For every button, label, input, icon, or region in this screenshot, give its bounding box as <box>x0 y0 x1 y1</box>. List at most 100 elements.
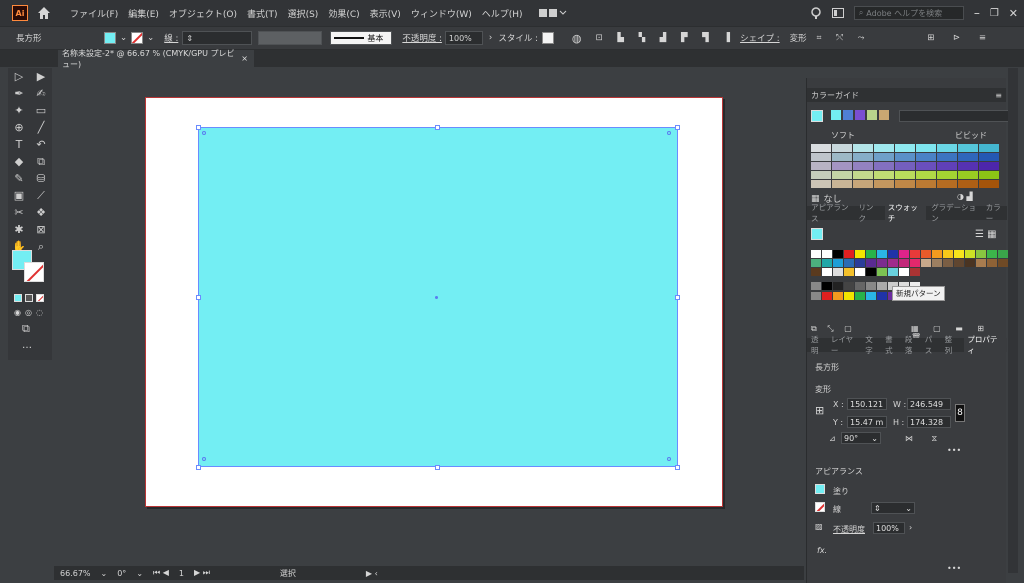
y-input[interactable]: 15.47 m <box>847 416 887 428</box>
selected-rectangle[interactable] <box>198 127 678 467</box>
rotate-tool-icon[interactable]: ↶ <box>34 138 48 152</box>
harmony-swatch[interactable] <box>855 110 865 120</box>
stroke-weight-field[interactable]: ⇕ ⌄ <box>871 502 915 514</box>
color-guide-header[interactable]: カラーガイド ≡ <box>807 88 1006 102</box>
w-input[interactable]: 246.549 <box>907 398 951 410</box>
more-tools-icon[interactable]: … <box>22 340 32 351</box>
shape-builder-icon[interactable]: ⊕ <box>12 121 26 135</box>
tab-paragraph[interactable]: 段落 <box>905 334 920 356</box>
harmony-swatch[interactable] <box>879 110 889 120</box>
fill-swatch[interactable] <box>104 32 116 44</box>
rectangle-tool-icon[interactable]: ▭ <box>34 104 48 118</box>
eraser-tool-icon[interactable]: ◆ <box>12 155 26 169</box>
panel-menu-icon[interactable]: ≡ <box>995 91 1002 100</box>
handle-bottom-right[interactable] <box>675 465 680 470</box>
handle-bottom-left[interactable] <box>196 465 201 470</box>
harmony-swatch[interactable] <box>843 110 853 120</box>
handle-mid-left[interactable] <box>196 295 201 300</box>
status-arrow-icon[interactable]: ▶ ‹ <box>366 569 378 578</box>
fx-icon[interactable]: fx. <box>817 546 827 555</box>
blend-tool-icon[interactable]: ✂ <box>12 206 26 220</box>
draw-mode-icons[interactable]: ◉◎◌ <box>14 308 47 317</box>
menu-window[interactable]: ウィンドウ(W) <box>411 7 472 20</box>
chevron-right-icon[interactable]: › <box>489 33 492 43</box>
scale-tool-icon[interactable]: ⧉ <box>34 155 48 169</box>
selection-tool-icon[interactable]: ▷ <box>12 70 26 84</box>
minimize-icon[interactable]: – <box>974 6 980 20</box>
zoom-level[interactable]: 66.67% <box>60 569 91 578</box>
flip-icons[interactable]: ⋈ ⧖ <box>905 434 945 444</box>
menu-select[interactable]: 選択(S) <box>288 7 319 20</box>
chevron-down-icon[interactable]: ⌄ <box>147 33 154 43</box>
corner-widget[interactable] <box>667 131 671 135</box>
chevron-down-icon[interactable]: ⌄ <box>101 569 108 578</box>
close-window-icon[interactable]: ✕ <box>1009 7 1018 20</box>
isolate-icons[interactable]: ⌗ ⤲ ⤳ <box>817 33 871 43</box>
rotation-value[interactable]: 0° <box>117 569 126 578</box>
tab-properties[interactable]: プロパティ <box>964 335 1008 355</box>
artboard-number[interactable]: 1 <box>179 569 184 578</box>
menu-file[interactable]: ファイル(F) <box>70 7 118 20</box>
tab-appearance[interactable]: アピアランス <box>811 202 853 224</box>
eyedropper-tool-icon[interactable]: ⟋ <box>34 189 48 203</box>
symbol-sprayer-icon[interactable]: ❖ <box>34 206 48 220</box>
stroke-label[interactable]: 線 <box>833 504 841 515</box>
panel-scrollbar[interactable] <box>1008 68 1018 573</box>
home-icon[interactable] <box>36 5 52 21</box>
corner-widget[interactable] <box>202 457 206 461</box>
menu-view[interactable]: 表示(V) <box>370 7 401 20</box>
none-mode-icon[interactable] <box>36 294 44 302</box>
tab-layers[interactable]: レイヤー <box>831 334 860 356</box>
pencil-tool-icon[interactable]: ✎ <box>12 172 26 186</box>
constrain-proportions-icon[interactable]: 8 <box>955 404 965 422</box>
tab-color[interactable]: カラー <box>986 202 1007 224</box>
color-guide-footer-icons[interactable]: ◑ ▟ <box>957 192 973 201</box>
type-tool-icon[interactable]: T <box>12 138 26 152</box>
handle-top-mid[interactable] <box>435 125 440 130</box>
tab-links[interactable]: リンク <box>858 202 879 224</box>
harmony-rules-select[interactable] <box>899 110 1011 122</box>
gradient-tool-icon[interactable]: ▣ <box>12 189 26 203</box>
handle-bottom-mid[interactable] <box>435 465 440 470</box>
appearance-stroke-swatch[interactable] <box>815 502 825 512</box>
brush-tool-icon[interactable]: ╱ <box>34 121 48 135</box>
stroke-label[interactable]: 線 : <box>164 32 178 44</box>
zoom-tool-icon[interactable]: ⌕ <box>34 240 48 254</box>
discover-icon[interactable] <box>810 7 822 19</box>
chevron-down-icon[interactable]: ⌄ <box>120 33 127 43</box>
puppet-warp-icon[interactable]: ✱ <box>12 223 26 237</box>
tab-transparency[interactable]: 透明 <box>811 334 826 356</box>
appearance-fill-swatch[interactable] <box>815 484 825 494</box>
handle-top-right[interactable] <box>675 125 680 130</box>
harmony-swatch[interactable] <box>831 110 841 120</box>
opacity-input[interactable]: 100% <box>444 31 483 45</box>
anchor-tool-icon[interactable]: ✦ <box>12 104 26 118</box>
menu-help[interactable]: ヘルプ(H) <box>482 7 523 20</box>
handle-top-left[interactable] <box>196 125 201 130</box>
opacity-label[interactable]: 不透明度 : <box>402 32 442 44</box>
artboard-nav-next-icon[interactable]: ▶ ⏭ <box>194 568 210 578</box>
swatch-fill-preview[interactable] <box>811 228 823 240</box>
opacity-label[interactable]: 不透明度 <box>833 524 865 535</box>
corner-widget[interactable] <box>667 457 671 461</box>
tab-align[interactable]: 整列 <box>945 334 960 356</box>
document-tab[interactable]: 名称未設定-2* @ 66.67 % (CMYK/GPU プレビュー) × <box>58 49 254 69</box>
direct-selection-tool-icon[interactable]: ▶ <box>34 70 48 84</box>
angle-input[interactable]: 90° ⌄ <box>841 432 881 444</box>
gradient-mode-icon[interactable] <box>25 294 33 302</box>
style-swatch[interactable] <box>541 32 554 44</box>
reference-point-icon[interactable]: ⊞ <box>815 404 824 417</box>
corner-widget[interactable] <box>202 131 206 135</box>
tab-character[interactable]: 文字 <box>865 334 880 356</box>
harmony-swatch[interactable] <box>867 110 877 120</box>
stroke-color-box[interactable] <box>24 262 44 282</box>
screen-mode-icon[interactable]: ⧉ <box>22 322 30 336</box>
color-guide-grid[interactable] <box>811 144 999 188</box>
color-mode-icon[interactable] <box>14 294 22 302</box>
chevron-down-icon[interactable]: ⌄ <box>136 569 143 578</box>
base-color-swatch[interactable] <box>811 110 823 122</box>
paint-bucket-icon[interactable]: ⛁ <box>34 172 48 186</box>
menu-type[interactable]: 書式(T) <box>247 7 278 20</box>
align-icons[interactable]: ⊡ ▙ ▚ ▟ ▛ ▜ ▐ <box>596 33 737 43</box>
transform-label[interactable]: 変形 <box>790 32 807 44</box>
